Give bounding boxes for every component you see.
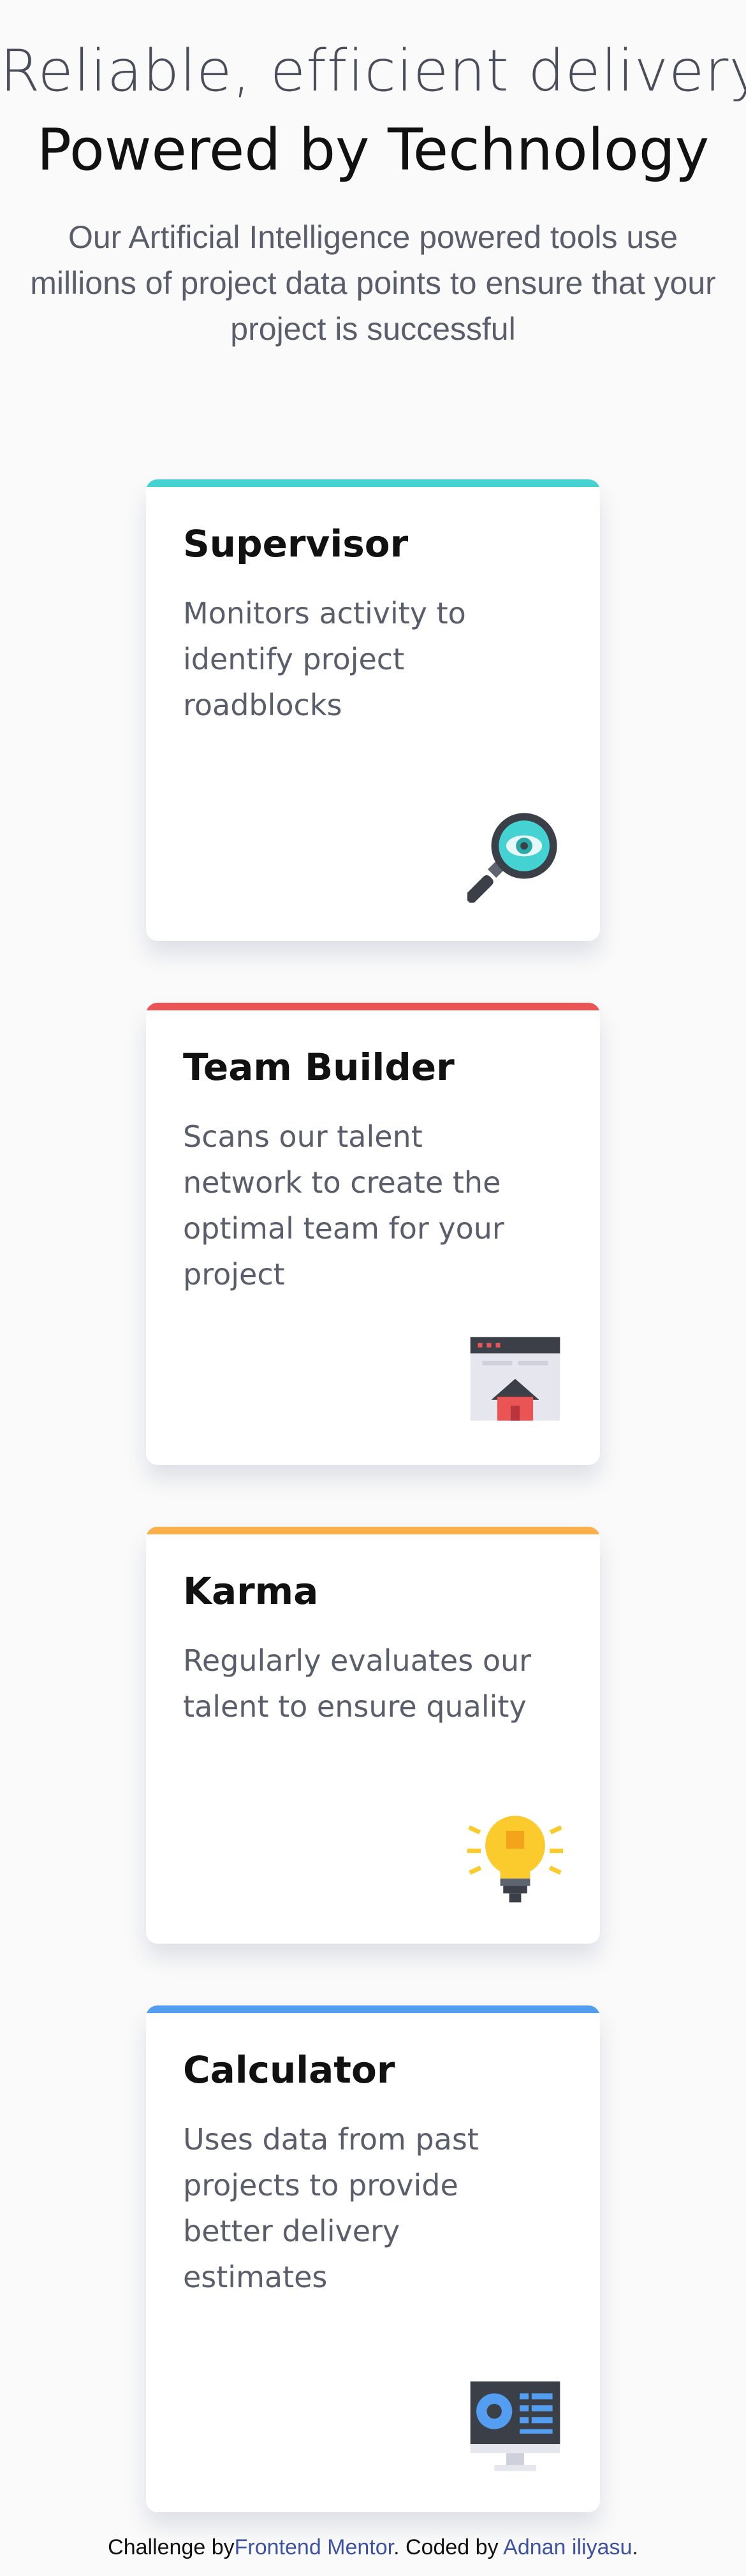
attribution-footer: Challenge byFrontend Mentor. Coded by Ad…	[0, 2533, 746, 2561]
card-text: Uses data from past projects to provide …	[183, 2122, 479, 2294]
card-supervisor: Supervisor Monitors activity to identify…	[146, 479, 600, 941]
author-link[interactable]: Adnan iliyasu	[503, 2535, 632, 2559]
card-karma: Karma Regularly evaluates our talent to …	[146, 1527, 600, 1944]
intro-text: Our Artificial Intelligence powered tool…	[30, 219, 716, 347]
header: Reliable, efficient delivery Powered by …	[0, 0, 746, 352]
lightbulb-icon	[467, 1810, 563, 1905]
card-text: Scans our talent network to create the o…	[183, 1119, 504, 1292]
card-calculator: Calculator Uses data from past projects …	[146, 2005, 600, 2512]
footer-middle: . Coded by	[393, 2535, 504, 2559]
footer-prefix: Challenge by	[108, 2535, 235, 2559]
card-team-builder: Team Builder Scans our talent network to…	[146, 1003, 600, 1465]
card-text: Monitors activity to identify project ro…	[183, 596, 466, 722]
footer-suffix: .	[632, 2535, 638, 2559]
card-title: Calculator	[183, 2048, 395, 2092]
card-title: Karma	[183, 1569, 319, 1613]
card-title: Supervisor	[183, 522, 409, 565]
frontend-mentor-link[interactable]: Frontend Mentor	[235, 2535, 393, 2559]
card-title: Team Builder	[183, 1045, 455, 1089]
card-text: Regularly evaluates our talent to ensure…	[183, 1643, 532, 1724]
magnifier-eye-icon	[467, 807, 563, 903]
browser-house-icon	[467, 1331, 563, 1427]
monitor-chart-icon	[467, 2378, 563, 2474]
title-bold: Powered by Technology	[36, 117, 710, 184]
title-light: Reliable, efficient delivery	[0, 38, 746, 105]
